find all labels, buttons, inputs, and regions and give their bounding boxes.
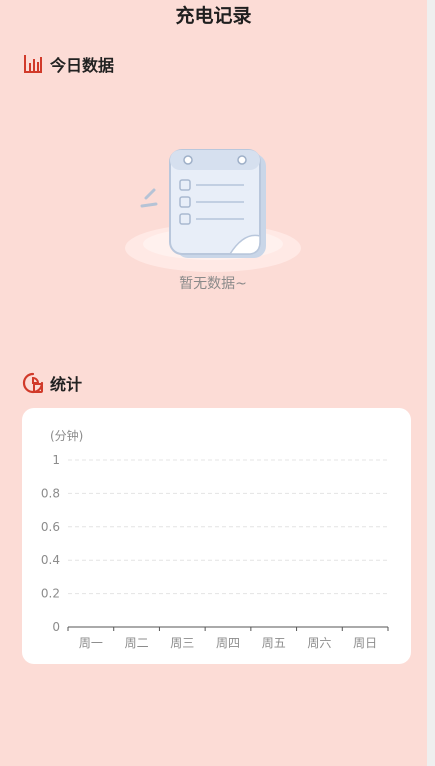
stats-ring-icon <box>22 372 44 394</box>
scrollbar-track[interactable] <box>427 0 435 766</box>
x-tick-label: 周六 <box>307 636 331 650</box>
empty-clipboard-illustration <box>125 149 301 272</box>
y-tick-label: 0.2 <box>41 587 60 601</box>
bar-chart-icon <box>24 55 42 73</box>
y-tick-label: 1 <box>52 453 60 467</box>
y-tick-label: 0.6 <box>41 520 60 534</box>
x-tick-label: 周二 <box>125 636 149 650</box>
page-title: 充电记录 <box>175 5 252 27</box>
x-tick-label: 周一 <box>79 636 103 650</box>
x-tick-label: 周四 <box>216 636 240 650</box>
y-tick-label: 0.8 <box>41 486 60 500</box>
y-tick-label: 0.4 <box>41 553 60 567</box>
y-tick-label: 0 <box>52 620 60 634</box>
x-tick-label: 周三 <box>170 636 194 650</box>
y-axis-unit-label: (分钟) <box>50 428 83 443</box>
stats-section-title: 统计 <box>50 375 83 394</box>
stats-section-header: 统计 <box>22 371 82 395</box>
x-tick-label: 周五 <box>262 636 286 650</box>
today-section-title: 今日数据 <box>50 56 115 75</box>
weekly-chart: (分钟) 0 0.2 0.4 0.6 0.8 1 周一 周二 周三 周四 周五 周六 周日 <box>41 428 389 650</box>
weekly-chart-card: (分钟) 0 0.2 0.4 0.6 0.8 1 周一 周二 周三 周四 周五 周六 周日 <box>22 408 411 664</box>
x-tick-label: 周日 <box>353 636 377 650</box>
today-section-header: 今日数据 <box>22 52 114 76</box>
empty-state-text: 暂无数据~ <box>179 276 247 292</box>
